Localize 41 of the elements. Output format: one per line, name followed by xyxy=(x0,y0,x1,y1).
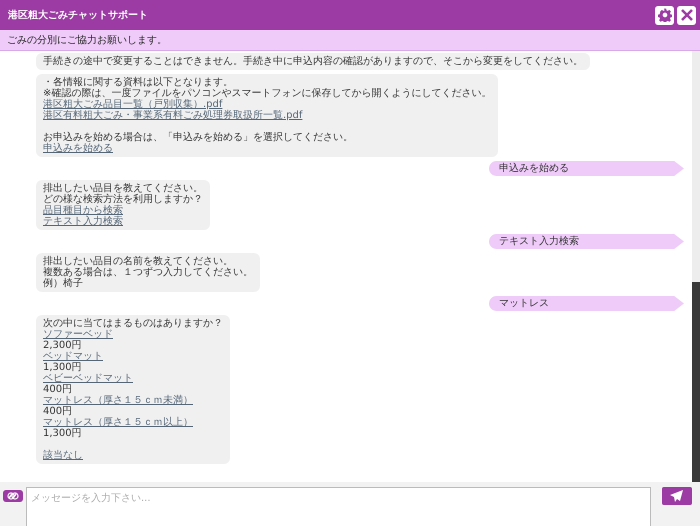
message-text: 排出したい品目の名前を教えてください。 xyxy=(43,256,234,267)
notice-text: ごみの分別にご協力お願いします。 xyxy=(7,34,167,47)
message-text: 例）椅子 xyxy=(43,278,84,289)
message-link[interactable]: 申込みを始める xyxy=(43,143,113,154)
message-link[interactable]: ベッドマット xyxy=(43,351,103,362)
message-link[interactable]: 港区有料粗大ごみ・事業系有料ごみ処理券取扱所一覧.pdf xyxy=(43,110,302,121)
message-link[interactable]: マットレス（厚さ１５ｃｍ未満） xyxy=(43,395,193,406)
message-text: テキスト入力検索 xyxy=(499,236,579,247)
message-text: お申込みを始める場合は、「申込みを始める」を選択してください。 xyxy=(43,132,354,143)
send-button[interactable] xyxy=(662,487,692,505)
scrollbar[interactable] xyxy=(692,51,700,482)
close-button[interactable] xyxy=(677,6,696,24)
message-text: 排出したい品目を教えてください。 xyxy=(43,183,203,194)
message-link[interactable]: テキスト入力検索 xyxy=(43,216,123,227)
message-text: 次の中に当てはまるものはありますか？ xyxy=(43,318,223,329)
message-text: 2,300円 xyxy=(43,340,83,351)
message-link[interactable]: 港区粗大ごみ品目一覧（戸別収集）.pdf xyxy=(43,99,222,110)
scrollbar-thumb[interactable] xyxy=(692,282,700,482)
message-text: 1,300円 xyxy=(43,428,83,439)
window-title: 港区粗大ごみチャットサポート xyxy=(8,8,148,22)
message-text: 400円 xyxy=(43,384,74,395)
message-text: ・各情報に関する資料は以下となります。 xyxy=(43,77,234,88)
message-text: 400円 xyxy=(43,406,74,417)
link-icon[interactable] xyxy=(3,490,23,502)
message-text: マットレス xyxy=(499,298,549,309)
message-text: 手続きの途中で変更することはできません。手続き中に申込内容の確認がありますので、そこから変更をしてください。 xyxy=(43,56,583,67)
message-text: 1,300円 xyxy=(43,362,83,373)
settings-button[interactable] xyxy=(655,6,674,24)
message-link[interactable]: 該当なし xyxy=(43,450,83,461)
message-text: 申込みを始める xyxy=(499,163,569,174)
settings-icon xyxy=(658,8,672,22)
message-text: 複数ある場合は、１つずつ入力してください。 xyxy=(43,267,253,278)
message-link[interactable]: ソファーベッド xyxy=(43,329,113,340)
message-link[interactable]: マットレス（厚さ１５ｃｍ以上） xyxy=(43,417,193,428)
message-input-field[interactable]: メッセージを入力下さい... xyxy=(26,487,651,526)
close-icon xyxy=(680,8,694,22)
message-text: どの様な検索方法を利用しますか？ xyxy=(43,194,203,205)
send-icon xyxy=(670,490,684,502)
message-link[interactable]: ベビーベッドマット xyxy=(43,373,133,384)
message-text: ※確認の際は、一度ファイルをパソコンやスマートフォンに保存してから開くようにしてください。 xyxy=(43,88,492,99)
message-link[interactable]: 品目種目から検索 xyxy=(43,205,123,216)
